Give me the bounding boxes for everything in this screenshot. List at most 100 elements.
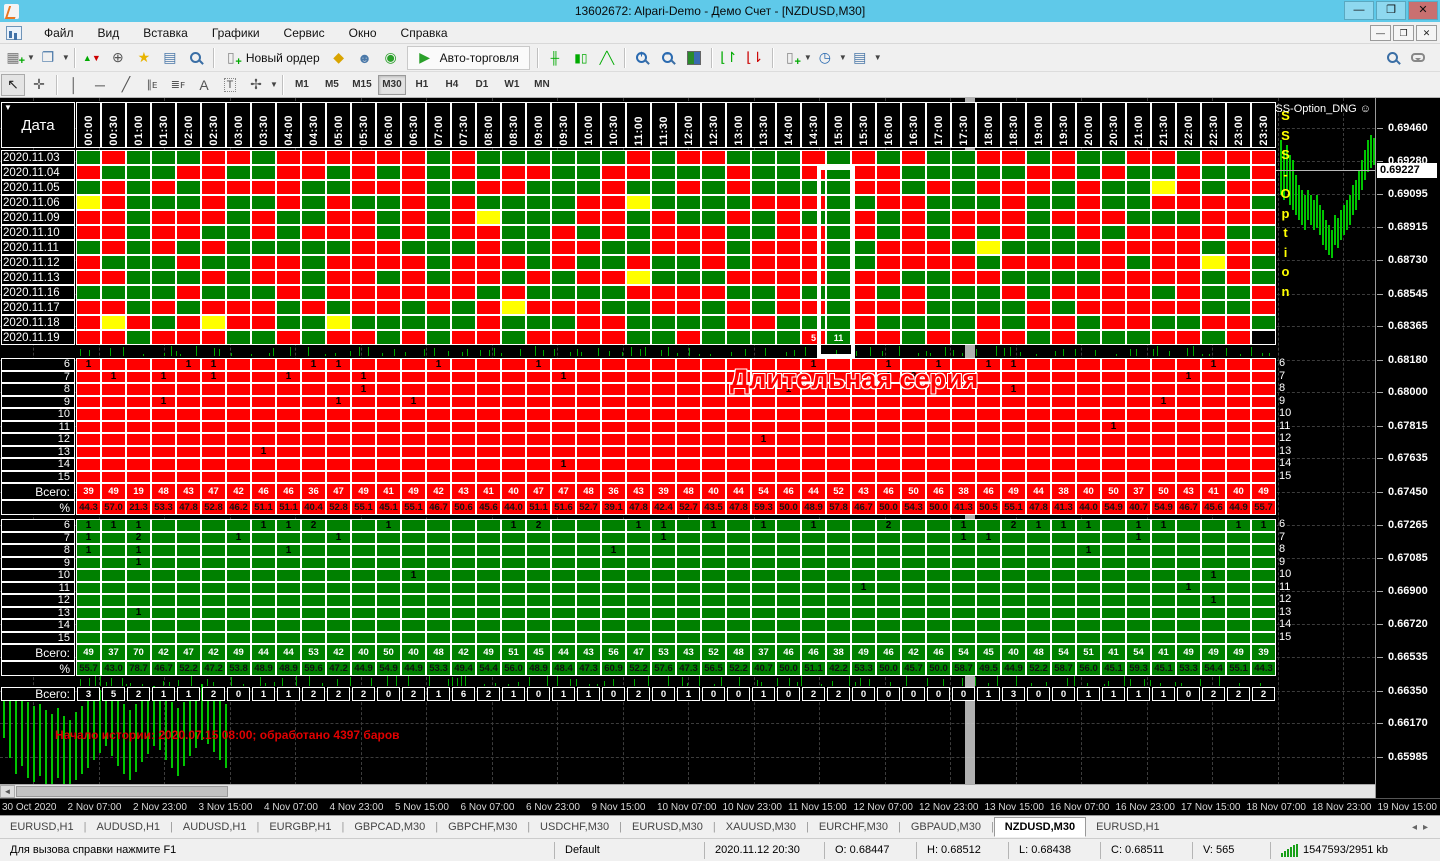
indicator-list-down-icon[interactable]: ⌊⇂ bbox=[743, 47, 767, 69]
add-indicator-dropdown-icon[interactable]: ▼ bbox=[804, 53, 812, 62]
price-scale-label[interactable]: 0.68730 bbox=[1388, 254, 1428, 266]
scroll-left-arrow-icon[interactable]: ◄ bbox=[0, 785, 15, 798]
profiles-dropdown-icon[interactable]: ▼ bbox=[62, 53, 70, 62]
tile-windows-icon[interactable] bbox=[682, 47, 706, 69]
chart-tab-GBPAUD,M30[interactable]: GBPAUD,M30 bbox=[901, 818, 991, 836]
arrows-icon[interactable]: ✢ bbox=[244, 74, 268, 96]
restore-button[interactable]: ❐ bbox=[1376, 1, 1406, 20]
search-icon[interactable] bbox=[1380, 47, 1404, 69]
price-scale-label[interactable]: 0.66170 bbox=[1388, 717, 1428, 729]
chat-icon[interactable] bbox=[1406, 47, 1430, 69]
periods-dropdown-icon[interactable]: ▼ bbox=[839, 53, 847, 62]
menu-item-Сервис[interactable]: Сервис bbox=[272, 24, 337, 42]
templates-dropdown-icon[interactable]: ▼ bbox=[874, 53, 882, 62]
menu-item-Файл[interactable]: Файл bbox=[32, 24, 86, 42]
timeframe-M30[interactable]: M30 bbox=[378, 75, 406, 95]
timeframe-M15[interactable]: M15 bbox=[348, 75, 376, 95]
chart-tab-USDCHF,M30[interactable]: USDCHF,M30 bbox=[530, 818, 619, 836]
menu-item-Графики[interactable]: Графики bbox=[200, 24, 272, 42]
vertical-line-icon[interactable]: │ bbox=[62, 74, 86, 96]
scrollbar-thumb[interactable] bbox=[16, 786, 228, 797]
chart-tab-EURGBP,H1[interactable]: EURGBP,H1 bbox=[259, 818, 341, 836]
market-watch-icon[interactable]: ▲▼ bbox=[80, 47, 104, 69]
timeframe-MN[interactable]: MN bbox=[528, 75, 556, 95]
navigator-icon[interactable]: ★ bbox=[132, 47, 156, 69]
terminal-icon[interactable]: ▤ bbox=[158, 47, 182, 69]
expert-advisor-icon[interactable]: ☻ bbox=[353, 47, 377, 69]
child-close-button[interactable]: ✕ bbox=[1416, 25, 1437, 41]
crosshair-icon[interactable]: ✛ bbox=[27, 74, 51, 96]
add-indicator-icon[interactable]: ▯+ bbox=[778, 47, 802, 69]
timeframe-H4[interactable]: H4 bbox=[438, 75, 466, 95]
timeframe-M1[interactable]: M1 bbox=[288, 75, 316, 95]
price-scale-label[interactable]: 0.67265 bbox=[1388, 519, 1428, 531]
new-order-icon[interactable]: ▯+ bbox=[219, 47, 243, 69]
price-scale-label[interactable]: 0.66900 bbox=[1388, 585, 1428, 597]
price-scale-label[interactable]: 0.67635 bbox=[1388, 452, 1428, 464]
price-scale-label[interactable]: 0.68000 bbox=[1388, 386, 1428, 398]
price-scale-label[interactable]: 0.67450 bbox=[1388, 486, 1428, 498]
chart-tab-GBPCAD,M30[interactable]: GBPCAD,M30 bbox=[344, 818, 435, 836]
profiles-icon[interactable]: ❐ bbox=[36, 47, 60, 69]
chart-tab-NZDUSD,M30[interactable]: NZDUSD,M30 bbox=[994, 817, 1086, 837]
price-scale-label[interactable]: 0.68915 bbox=[1388, 221, 1428, 233]
chart-tab-AUDUSD,H1[interactable]: AUDUSD,H1 bbox=[86, 818, 170, 836]
price-scale-label[interactable]: 0.67085 bbox=[1388, 552, 1428, 564]
timeframe-H1[interactable]: H1 bbox=[408, 75, 436, 95]
price-scale-label[interactable]: 0.66535 bbox=[1388, 651, 1428, 663]
text-icon[interactable]: A bbox=[192, 74, 216, 96]
tab-scroll-arrows-icon[interactable]: ◂▸ bbox=[1412, 822, 1434, 833]
templates-icon[interactable]: ▤ bbox=[848, 47, 872, 69]
chart-tab-EURCHF,M30[interactable]: EURCHF,M30 bbox=[809, 818, 898, 836]
line-chart-mode-icon[interactable]: ╱╲ bbox=[595, 47, 619, 69]
horizontal-scrollbar[interactable]: ◄ bbox=[0, 784, 1375, 798]
trendline-icon[interactable]: ╱ bbox=[114, 74, 138, 96]
indicator-list-up-icon[interactable]: ⌊↾ bbox=[717, 47, 741, 69]
chart-tab-EURUSD,M30[interactable]: EURUSD,M30 bbox=[622, 818, 713, 836]
menu-item-Окно[interactable]: Окно bbox=[337, 24, 389, 42]
chart-tab-AUDUSD,H1[interactable]: AUDUSD,H1 bbox=[173, 818, 257, 836]
bar-chart-mode-icon[interactable]: ╫ bbox=[543, 47, 567, 69]
chart-tab-EURUSD,H1[interactable]: EURUSD,H1 bbox=[1086, 818, 1170, 836]
timeframe-D1[interactable]: D1 bbox=[468, 75, 496, 95]
price-scale-label[interactable]: 0.67815 bbox=[1388, 420, 1428, 432]
chart-tab-GBPCHF,M30[interactable]: GBPCHF,M30 bbox=[438, 818, 527, 836]
price-scale-label[interactable]: 0.68365 bbox=[1388, 320, 1428, 332]
new-chart-dropdown-icon[interactable]: ▼ bbox=[27, 53, 35, 62]
price-scale-label[interactable]: 0.66720 bbox=[1388, 618, 1428, 630]
price-scale-label[interactable]: 0.68545 bbox=[1388, 288, 1428, 300]
zoom-in-icon[interactable]: + bbox=[630, 47, 654, 69]
price-scale-label[interactable]: 0.66350 bbox=[1388, 685, 1428, 697]
chart-tab-XAUUSD,M30[interactable]: XAUUSD,M30 bbox=[716, 818, 806, 836]
price-scale-label[interactable]: 0.65985 bbox=[1388, 751, 1428, 763]
horizontal-line-icon[interactable]: ─ bbox=[88, 74, 112, 96]
text-label-icon[interactable]: T bbox=[218, 74, 242, 96]
menu-item-Вставка[interactable]: Вставка bbox=[131, 24, 200, 42]
chart-area[interactable]: S S S - O p t i o n SSS-Option_DNG ☺ Дли… bbox=[0, 98, 1440, 815]
close-button[interactable]: ✕ bbox=[1408, 1, 1438, 20]
auto-trading-button[interactable]: ▶ Авто-торговля bbox=[407, 46, 530, 70]
metaeditor-icon[interactable]: ◆ bbox=[327, 47, 351, 69]
timeframe-W1[interactable]: W1 bbox=[498, 75, 526, 95]
fibonacci-icon[interactable]: ≣ꜰ bbox=[166, 74, 190, 96]
child-restore-button[interactable]: ❐ bbox=[1393, 25, 1414, 41]
new-chart-icon[interactable]: ▦+ bbox=[1, 47, 25, 69]
candlestick-mode-icon[interactable]: ▮▯ bbox=[569, 47, 593, 69]
price-scale-label[interactable]: 0.69460 bbox=[1388, 122, 1428, 134]
chart-tab-EURUSD,H1[interactable]: EURUSD,H1 bbox=[0, 818, 84, 836]
zoom-out-icon[interactable]: − bbox=[656, 47, 680, 69]
arrows-dropdown-icon[interactable]: ▼ bbox=[270, 80, 278, 89]
data-window-icon[interactable]: ⊕ bbox=[106, 47, 130, 69]
timeframe-M5[interactable]: M5 bbox=[318, 75, 346, 95]
status-profile[interactable]: Default bbox=[554, 842, 704, 859]
periods-clock-icon[interactable]: ◷ bbox=[813, 47, 837, 69]
price-scale-label[interactable]: 0.68180 bbox=[1388, 354, 1428, 366]
cursor-icon[interactable]: ↖ bbox=[1, 74, 25, 96]
minimize-button[interactable]: — bbox=[1344, 1, 1374, 20]
strategy-tester-icon[interactable] bbox=[184, 47, 208, 69]
menu-item-Справка[interactable]: Справка bbox=[389, 24, 460, 42]
child-minimize-button[interactable]: — bbox=[1370, 25, 1391, 41]
price-scale-label[interactable]: 0.69095 bbox=[1388, 188, 1428, 200]
new-order-label[interactable]: Новый ордер bbox=[246, 51, 320, 65]
signals-icon[interactable]: ◉ bbox=[379, 47, 403, 69]
